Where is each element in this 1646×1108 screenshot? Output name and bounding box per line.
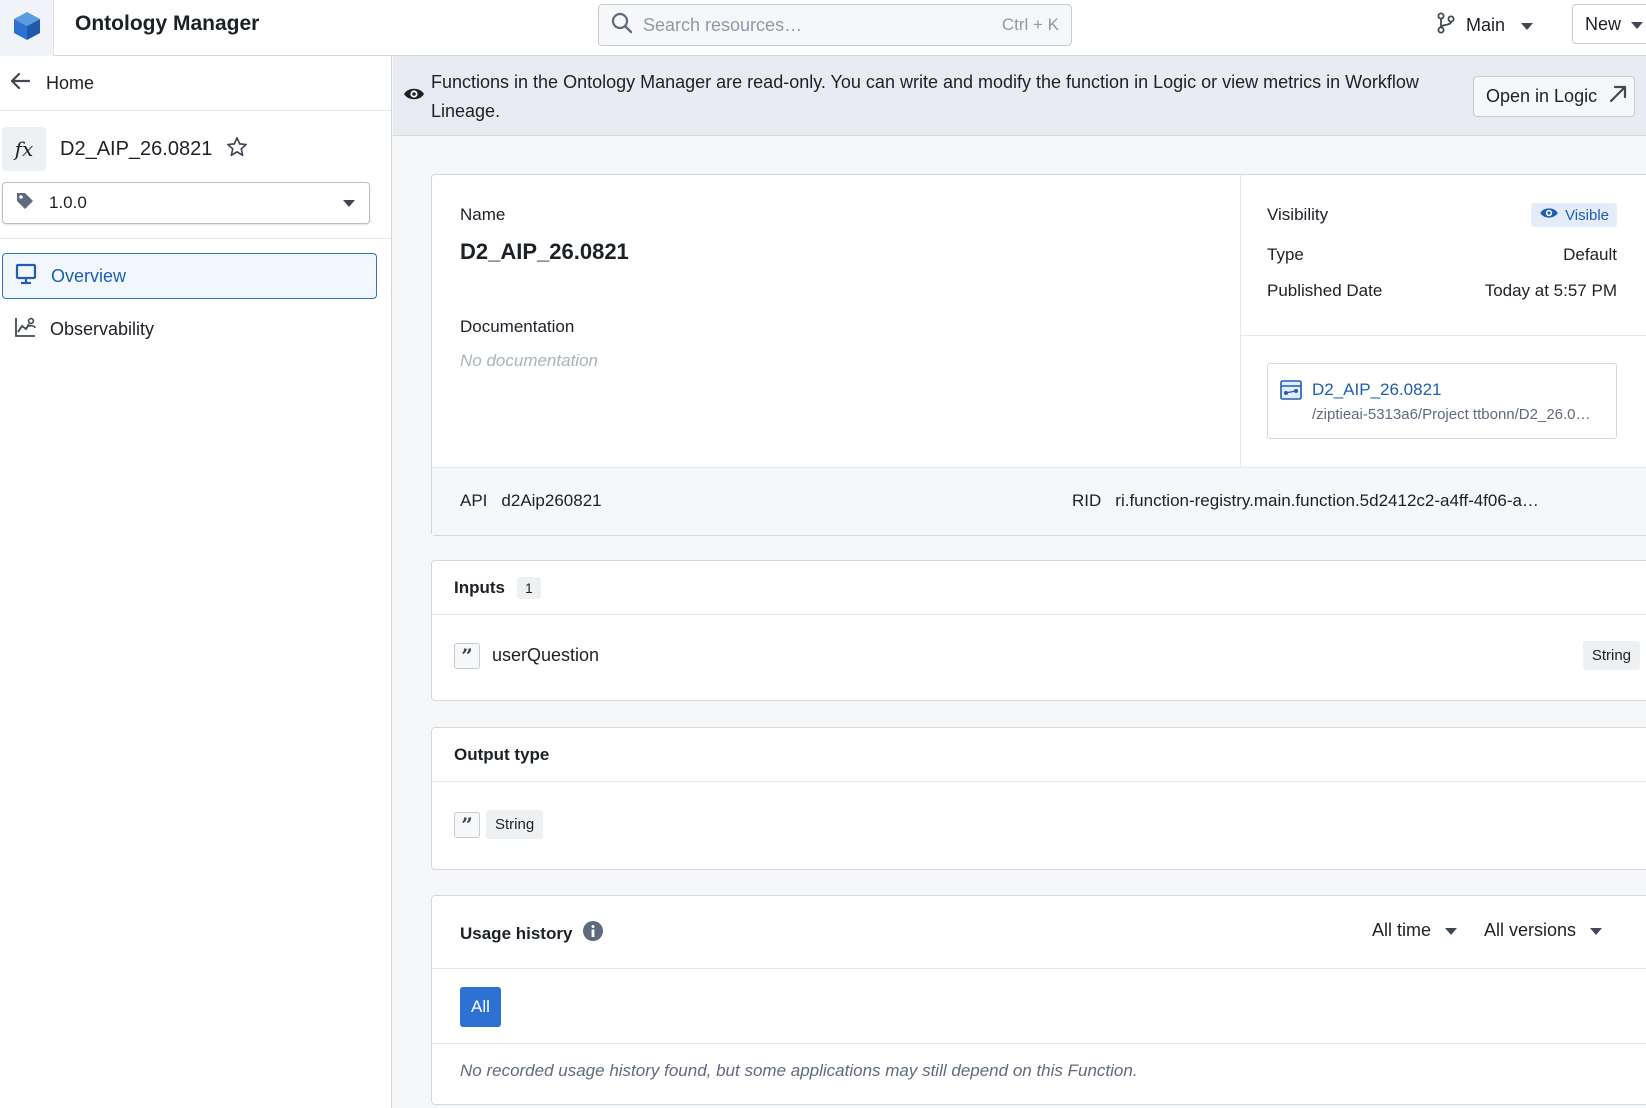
visibility-label: Visibility	[1267, 205, 1329, 224]
banner-message: Functions in the Ontology Manager are re…	[431, 72, 1419, 121]
new-button[interactable]: New	[1572, 4, 1646, 44]
version-filter-value: All versions	[1484, 920, 1577, 940]
output-type-row: ” String	[454, 810, 544, 839]
sidebar: Home fx D2_AIP_26.0821 1.0.0 Overview Ob…	[0, 56, 392, 1108]
tag-icon	[15, 191, 35, 216]
eye-icon	[1539, 206, 1559, 224]
desktop-icon	[15, 263, 37, 290]
time-range-select[interactable]: All time	[1372, 920, 1458, 941]
name-value: D2_AIP_26.0821	[460, 239, 629, 264]
overview-properties: Visibility Visible Type Default Publishe…	[1240, 175, 1646, 467]
inputs-card: Inputs 1 ” userQuestion String	[431, 560, 1646, 701]
open-in-logic-button[interactable]: Open in Logic	[1473, 76, 1635, 117]
resource-name: D2_AIP_26.0821	[1312, 380, 1442, 399]
star-icon[interactable]	[226, 136, 248, 163]
read-only-banner: Functions in the Ontology Manager are re…	[393, 56, 1646, 136]
chevron-down-icon	[343, 193, 355, 213]
string-quote-icon: ”	[454, 642, 480, 669]
list-item: ” userQuestion String	[454, 641, 1640, 670]
type-value: Default	[1563, 245, 1617, 264]
properties-divider	[1241, 335, 1646, 336]
published-date-value: Today at 5:57 PM	[1484, 281, 1617, 300]
new-button-label: New	[1585, 13, 1622, 34]
rid-field: RID ri.function-registry.main.function.5d…	[1072, 491, 1539, 511]
home-label: Home	[46, 72, 95, 93]
chevron-down-icon	[1521, 15, 1534, 36]
input-type-tag: String	[1582, 641, 1640, 670]
function-header: fx D2_AIP_26.0821	[0, 124, 248, 174]
sidebar-divider	[0, 238, 391, 239]
arrow-left-icon	[10, 72, 31, 95]
string-quote-icon: ”	[454, 811, 480, 838]
info-icon[interactable]	[582, 920, 604, 947]
type-label: Type	[1267, 245, 1304, 264]
visibility-badge: Visible	[1531, 203, 1617, 227]
branch-selector[interactable]: Main	[1436, 12, 1534, 39]
inputs-header: Inputs 1	[432, 561, 1646, 615]
published-date-label: Published Date	[1267, 281, 1383, 300]
app-title: Ontology Manager	[75, 12, 260, 35]
all-filter-button[interactable]: All	[460, 987, 501, 1027]
nav-item-label: Observability	[50, 318, 155, 339]
git-branch-icon	[1436, 12, 1456, 39]
branch-label: Main	[1466, 15, 1506, 35]
search-icon	[611, 12, 633, 39]
version-filter-select[interactable]: All versions	[1484, 920, 1603, 941]
output-type-tag: String	[486, 810, 544, 839]
inputs-count-badge: 1	[517, 576, 541, 599]
search-shortcut: Ctrl + K	[1001, 15, 1059, 34]
eye-icon	[403, 86, 425, 107]
search-placeholder: Search resources…	[643, 14, 803, 35]
input-name: userQuestion	[492, 645, 600, 665]
usage-divider	[432, 1043, 1646, 1044]
resource-link[interactable]: D2_AIP_26.0821 /ziptieai-5313a6/Project …	[1267, 363, 1617, 439]
api-field: API d2Aip260821	[460, 491, 602, 511]
nav-item-observability[interactable]: Observability	[2, 306, 377, 352]
nav-item-label: Overview	[51, 265, 127, 286]
documentation-value: No documentation	[460, 351, 598, 370]
search-input[interactable]: Search resources… Ctrl + K	[598, 4, 1072, 46]
logic-file-icon	[1280, 380, 1302, 405]
arrow-top-right-icon	[1609, 85, 1627, 108]
version-value: 1.0.0	[49, 193, 87, 212]
output-type-header: Output type	[432, 728, 1646, 782]
version-select[interactable]: 1.0.0	[2, 182, 370, 224]
api-label: API	[460, 491, 488, 510]
usage-history-header: Usage history All time All versions	[432, 896, 1646, 969]
rid-label: RID	[1072, 491, 1102, 510]
overview-details: Name D2_AIP_26.0821 Documentation No doc…	[432, 175, 1240, 467]
chart-person-icon	[14, 316, 36, 343]
usage-history-card: Usage history All time All versions All …	[431, 895, 1646, 1105]
resource-path: /ziptieai-5313a6/Project ttbonn/D2_26.0…	[1312, 406, 1591, 423]
overview-card: Name D2_AIP_26.0821 Documentation No doc…	[431, 174, 1646, 536]
function-icon: fx	[2, 127, 46, 171]
chevron-down-icon	[1445, 920, 1458, 941]
api-rid-footer: API d2Aip260821 RID ri.function-registry.m…	[432, 467, 1646, 535]
api-value[interactable]: d2Aip260821	[501, 491, 601, 510]
visibility-value: Visible	[1565, 206, 1609, 224]
function-name: D2_AIP_26.0821	[60, 137, 213, 160]
chevron-down-icon	[1590, 920, 1603, 941]
output-type-title: Output type	[454, 744, 550, 764]
rid-value[interactable]: ri.function-registry.main.function.5d241…	[1115, 491, 1539, 510]
usage-history-title-group: Usage history	[460, 920, 604, 947]
chevron-down-icon	[1631, 14, 1644, 35]
nav-item-overview[interactable]: Overview	[2, 253, 377, 299]
visibility-row: Visibility Visible	[1267, 203, 1617, 227]
top-bar: Ontology Manager Search resources… Ctrl …	[0, 0, 1646, 56]
type-row: Type Default	[1267, 245, 1617, 265]
inputs-title: Inputs	[454, 577, 505, 597]
published-date-row: Published Date Today at 5:57 PM	[1267, 281, 1617, 301]
usage-history-title: Usage history	[460, 923, 573, 943]
output-type-card: Output type ” String	[431, 727, 1646, 870]
app-logo[interactable]	[0, 0, 54, 56]
open-in-logic-label: Open in Logic	[1486, 86, 1598, 106]
time-range-value: All time	[1372, 920, 1432, 940]
name-label: Name	[460, 205, 506, 224]
home-link[interactable]: Home	[0, 56, 391, 111]
cube-logo-icon	[12, 10, 42, 47]
usage-empty-message: No recorded usage history found, but som…	[460, 1061, 1138, 1080]
documentation-label: Documentation	[460, 317, 575, 336]
